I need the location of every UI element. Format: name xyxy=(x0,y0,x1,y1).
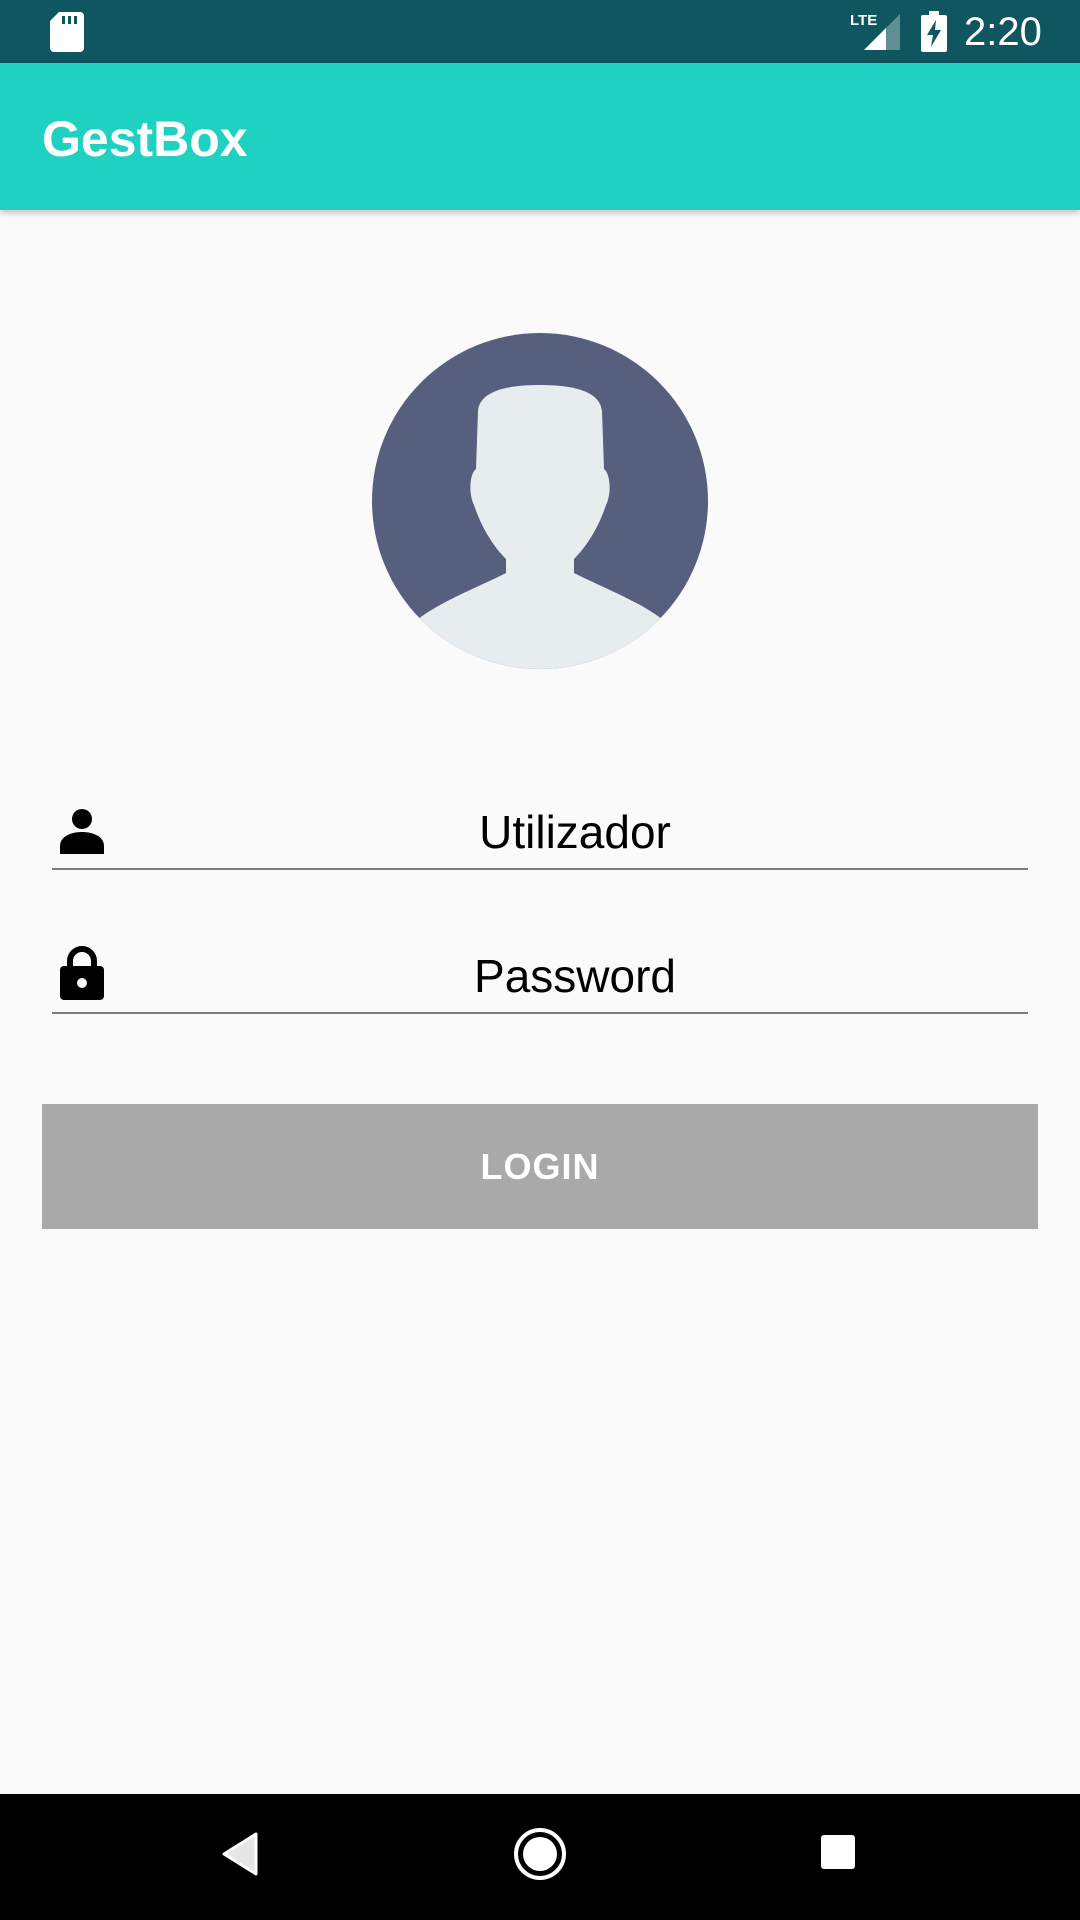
app-title: GestBox xyxy=(42,111,248,167)
home-icon[interactable] xyxy=(513,1827,567,1881)
login-button[interactable]: LOGIN xyxy=(42,1104,1038,1229)
recents-icon[interactable] xyxy=(820,1834,856,1870)
password-input[interactable] xyxy=(122,940,1028,1012)
navigation-bar xyxy=(0,1794,1080,1920)
user-avatar-icon xyxy=(372,333,708,669)
back-icon[interactable] xyxy=(222,1832,258,1876)
password-field[interactable] xyxy=(52,940,1028,1014)
app-bar: GestBox xyxy=(0,63,1080,210)
lte-signal-icon: LTE xyxy=(850,12,900,50)
lock-icon xyxy=(60,946,104,1000)
status-bar: LTE 2:20 xyxy=(0,0,1080,63)
username-input[interactable] xyxy=(122,796,1028,868)
username-field[interactable] xyxy=(52,796,1028,870)
person-icon xyxy=(60,809,104,854)
sd-card-icon xyxy=(50,12,84,52)
status-clock: 2:20 xyxy=(964,10,1042,54)
battery-charging-icon xyxy=(921,11,947,52)
lte-label: LTE xyxy=(850,12,877,29)
